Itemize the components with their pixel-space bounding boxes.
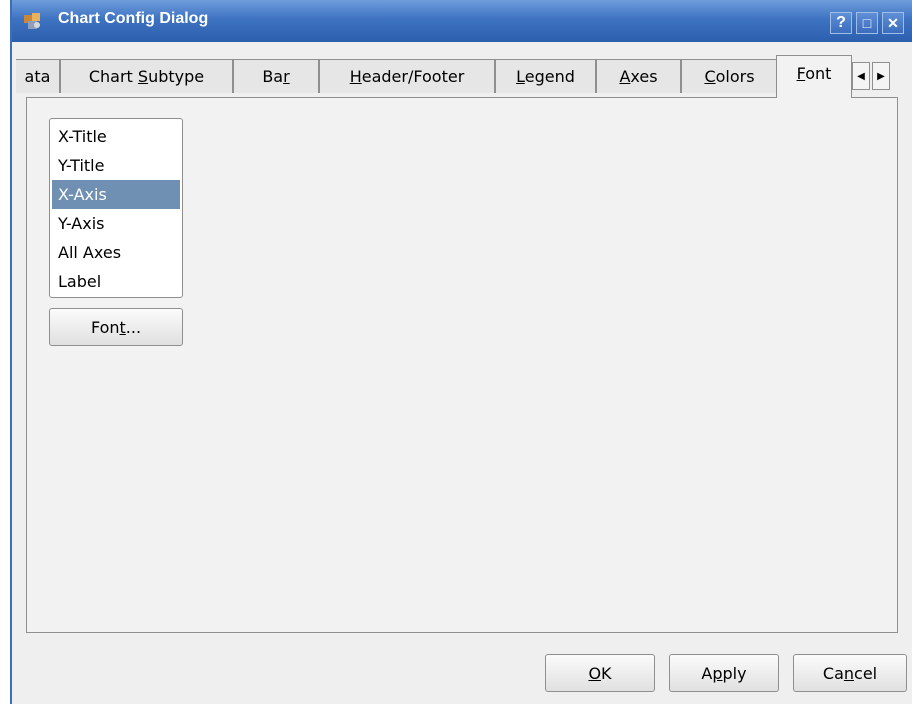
chart-config-dialog: Chart Config Dialog ? □ ✕ ata Chart Subt… bbox=[10, 0, 912, 704]
tab-bar[interactable]: Bar bbox=[233, 59, 319, 93]
window-title: Chart Config Dialog bbox=[58, 10, 209, 27]
scroll-right-icon[interactable]: ▶ bbox=[872, 62, 890, 90]
font-button-label: Font... bbox=[90, 317, 142, 337]
list-item-label[interactable]: Label bbox=[52, 267, 180, 296]
ok-button[interactable]: OK bbox=[545, 654, 655, 692]
tab-colors[interactable]: Colors bbox=[681, 59, 778, 93]
list-item-x-title[interactable]: X-Title bbox=[52, 122, 180, 151]
app-icon bbox=[24, 13, 40, 29]
help-icon[interactable]: ? bbox=[830, 12, 852, 34]
maximize-icon[interactable]: □ bbox=[856, 12, 878, 34]
apply-button-label: Apply bbox=[701, 663, 747, 683]
tab-chart-subtype[interactable]: Chart Subtype bbox=[60, 59, 233, 93]
tab-scroll-buttons: ◀ ▶ bbox=[852, 59, 894, 93]
cancel-button[interactable]: Cancel bbox=[793, 654, 907, 692]
tab-colors-label: Colors bbox=[704, 67, 755, 86]
font-button[interactable]: Font... bbox=[49, 308, 183, 346]
tab-font[interactable]: Font bbox=[776, 55, 852, 98]
list-item-all-axes[interactable]: All Axes bbox=[52, 238, 180, 267]
font-target-list[interactable]: X-Title Y-Title X-Axis Y-Axis All Axes L… bbox=[49, 118, 183, 298]
list-item-x-axis[interactable]: X-Axis bbox=[52, 180, 180, 209]
tab-header-footer[interactable]: Header/Footer bbox=[319, 59, 495, 93]
tab-axes[interactable]: Axes bbox=[596, 59, 681, 93]
tab-strip: ata Chart Subtype Bar Header/Footer Lege… bbox=[12, 55, 912, 98]
tab-data[interactable]: ata bbox=[16, 59, 60, 93]
title-bar[interactable]: Chart Config Dialog ? □ ✕ bbox=[12, 0, 912, 42]
tab-chart-subtype-label: Chart Subtype bbox=[88, 67, 205, 86]
ok-button-label: OK bbox=[588, 663, 612, 683]
tab-header-footer-label: Header/Footer bbox=[349, 67, 465, 86]
tab-bar-label: Bar bbox=[262, 67, 290, 86]
tab-legend[interactable]: Legend bbox=[495, 59, 596, 93]
tab-axes-label: Axes bbox=[619, 67, 658, 86]
close-icon[interactable]: ✕ bbox=[882, 12, 904, 34]
scroll-left-icon[interactable]: ◀ bbox=[852, 62, 870, 90]
tab-legend-label: Legend bbox=[516, 67, 575, 86]
font-tab-panel: X-Title Y-Title X-Axis Y-Axis All Axes L… bbox=[26, 97, 898, 633]
tab-font-label: Font bbox=[796, 64, 832, 83]
list-item-y-axis[interactable]: Y-Axis bbox=[52, 209, 180, 238]
apply-button[interactable]: Apply bbox=[669, 654, 779, 692]
cancel-button-label: Cancel bbox=[822, 663, 878, 683]
list-item-y-title[interactable]: Y-Title bbox=[52, 151, 180, 180]
tab-data-label: ata bbox=[24, 67, 51, 86]
